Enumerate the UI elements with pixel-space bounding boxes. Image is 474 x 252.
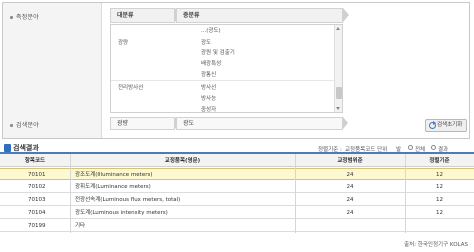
category-middle-item[interactable]: 배광특성 (201, 59, 221, 67)
table-row[interactable]: 70102 광휘도계(Luminance meters) 24 12 (0, 181, 474, 193)
bullet-icon (10, 16, 13, 19)
category-middle-item[interactable]: 광통신 (201, 70, 216, 78)
cell-sort: 12 (436, 184, 443, 190)
table-row[interactable]: 70199 기타 (0, 220, 474, 232)
column-header-name[interactable]: 교정품목(영문) (70, 155, 295, 167)
scroll-up-icon[interactable] (335, 25, 342, 32)
cell-code: 70104 (28, 210, 46, 216)
scroll-down-icon[interactable] (335, 105, 342, 112)
listbox-scrollbar[interactable] (334, 25, 342, 112)
category-middle-item[interactable]: 방사선 (201, 83, 216, 91)
cell-code: 70101 (28, 172, 46, 178)
table-row[interactable]: 70104 광도계(Luminous intensity meters) 24 … (0, 207, 474, 219)
category-middle-item[interactable]: 광도 (201, 38, 211, 46)
cell-code: 70199 (28, 223, 46, 229)
column-divider (405, 154, 406, 233)
cell-range: 24 (346, 210, 354, 216)
selected-major-field: 광량 (110, 117, 175, 130)
cell-sort: 12 (436, 210, 443, 216)
column-header-range[interactable]: 교정범위준 (295, 155, 405, 167)
major-category-header: 대분류 (110, 8, 175, 23)
source-caption: 출처: 한국인정기구 KOLAS (404, 242, 468, 248)
cell-code: 70102 (28, 184, 46, 190)
column-divider (295, 154, 296, 233)
arrow-right-icon (343, 8, 351, 23)
measure-field-label: 측정분야 (10, 12, 39, 21)
cell-range: 24 (346, 184, 354, 190)
cell-name[interactable]: 광도계(Luminous intensity meters) (75, 207, 168, 219)
bullet-icon (10, 124, 13, 127)
column-header-sort[interactable]: 정렬기준 (405, 155, 474, 167)
category-major-item[interactable]: 광량 (118, 38, 128, 46)
category-middle-item[interactable]: 광원 및 검출기 (201, 48, 235, 56)
table-row[interactable]: 70103 전광선속계(Luminous flux meters, total)… (0, 194, 474, 206)
category-middle-item[interactable]: 방사능 (201, 94, 216, 102)
cell-name[interactable]: 기타 (75, 220, 85, 232)
arrow-right-icon (343, 117, 351, 130)
category-middle-item[interactable]: ...(광도) (201, 26, 221, 34)
middle-category-header: 중분류 (176, 8, 343, 23)
table-row[interactable]: 70101 광조도계(Illuminance meters) 24 12 (0, 168, 474, 180)
results-icon (4, 144, 11, 152)
cell-name[interactable]: 전광선속계(Luminous flux meters, total) (75, 194, 180, 206)
cell-sort: 12 (436, 172, 443, 178)
category-major-item[interactable]: 전리방사선 (118, 83, 143, 91)
radio-results[interactable] (431, 145, 436, 150)
column-divider (70, 154, 71, 233)
cell-code: 70103 (28, 197, 46, 203)
cell-range: 24 (346, 172, 354, 178)
selected-middle-field: 광도 (176, 117, 343, 130)
radio-all[interactable] (408, 145, 413, 150)
cell-name[interactable]: 광조도계(Illuminance meters) (75, 169, 153, 181)
category-middle-item[interactable]: 중성자 (201, 105, 216, 112)
column-header-code[interactable]: 항목코드 (0, 155, 70, 167)
cell-range: 24 (346, 197, 354, 203)
list-divider (111, 80, 342, 81)
category-listbox[interactable]: 광량 ...(광도) 광도 광원 및 검출기 배광특성 광통신 전리방사선 방사… (110, 24, 343, 113)
scroll-thumb[interactable] (336, 87, 342, 99)
filter-label-column (3, 3, 102, 138)
cell-name[interactable]: 광휘도계(Luminance meters) (75, 181, 151, 193)
search-field-label: 검색분야 (10, 120, 39, 129)
refresh-icon (429, 121, 436, 129)
reset-search-button[interactable]: 검색초기화 (425, 119, 467, 132)
cell-sort: 12 (436, 197, 443, 203)
